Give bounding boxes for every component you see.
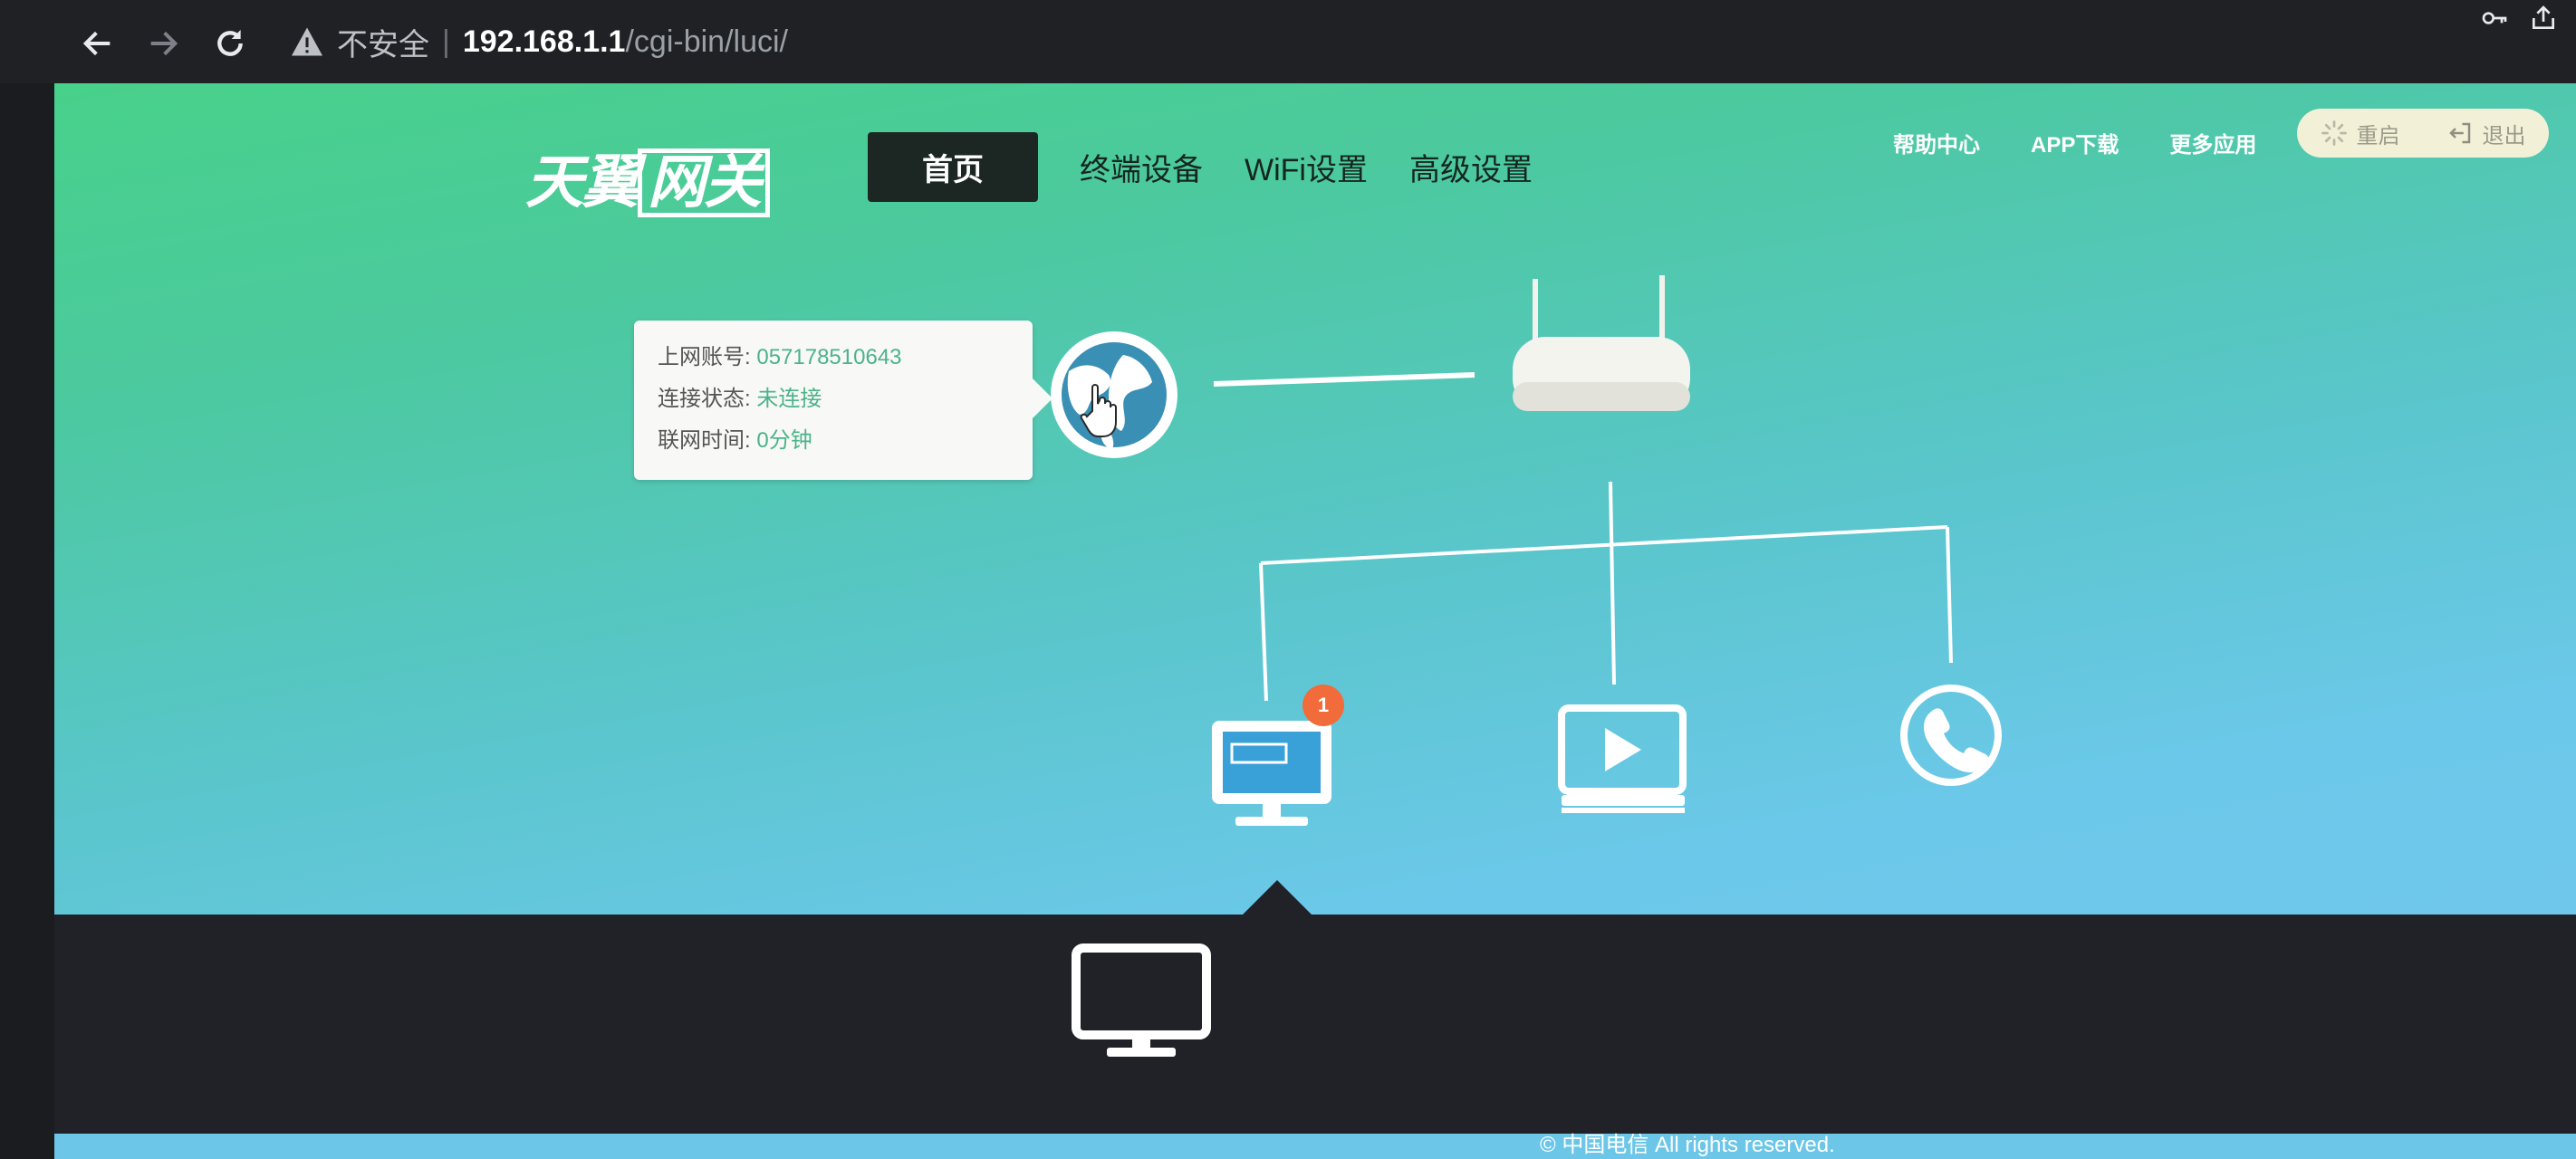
- reload-icon: [217, 30, 243, 56]
- key-icon[interactable]: [2480, 4, 2509, 33]
- footer: [54, 1134, 2576, 1159]
- url-separator: |: [442, 24, 450, 59]
- reload-button[interactable]: [205, 18, 255, 69]
- warning-icon: [292, 27, 322, 56]
- back-button[interactable]: [72, 18, 123, 69]
- panel-pointer: [1241, 880, 1313, 916]
- router-icon: [1513, 275, 1690, 411]
- browser-toolbar: 不安全 | 192.168.1.1/cgi-bin/luci/: [0, 0, 2576, 83]
- monitor-icon: [1072, 943, 1211, 1057]
- arrow-right-icon: [150, 31, 178, 56]
- copyright-text: © 中国电信 All rights reserved.: [1540, 1133, 1835, 1157]
- url-text: 192.168.1.1/cgi-bin/luci/: [462, 24, 788, 59]
- address-bar[interactable]: 不安全 | 192.168.1.1/cgi-bin/luci/: [290, 13, 788, 71]
- computer-device-icon[interactable]: [1212, 721, 1331, 826]
- arrow-left-icon: [82, 31, 111, 56]
- share-icon[interactable]: [2529, 4, 2558, 33]
- voice-phone-icon[interactable]: [1900, 685, 2002, 786]
- device-detail-panel: [54, 915, 2576, 1159]
- device-count-badge: 1: [1302, 685, 1344, 726]
- forward-button[interactable]: [138, 18, 188, 69]
- iptv-device-icon[interactable]: [1558, 704, 1687, 813]
- browser-actions: [2480, 4, 2558, 33]
- router-admin-page: 天翼 网关 首页 终端设备 WiFi设置 高级设置 帮助中心 APP下载 更多应用…: [54, 83, 2576, 1159]
- insecure-label: 不安全: [337, 27, 429, 62]
- globe-icon[interactable]: [1051, 331, 1177, 458]
